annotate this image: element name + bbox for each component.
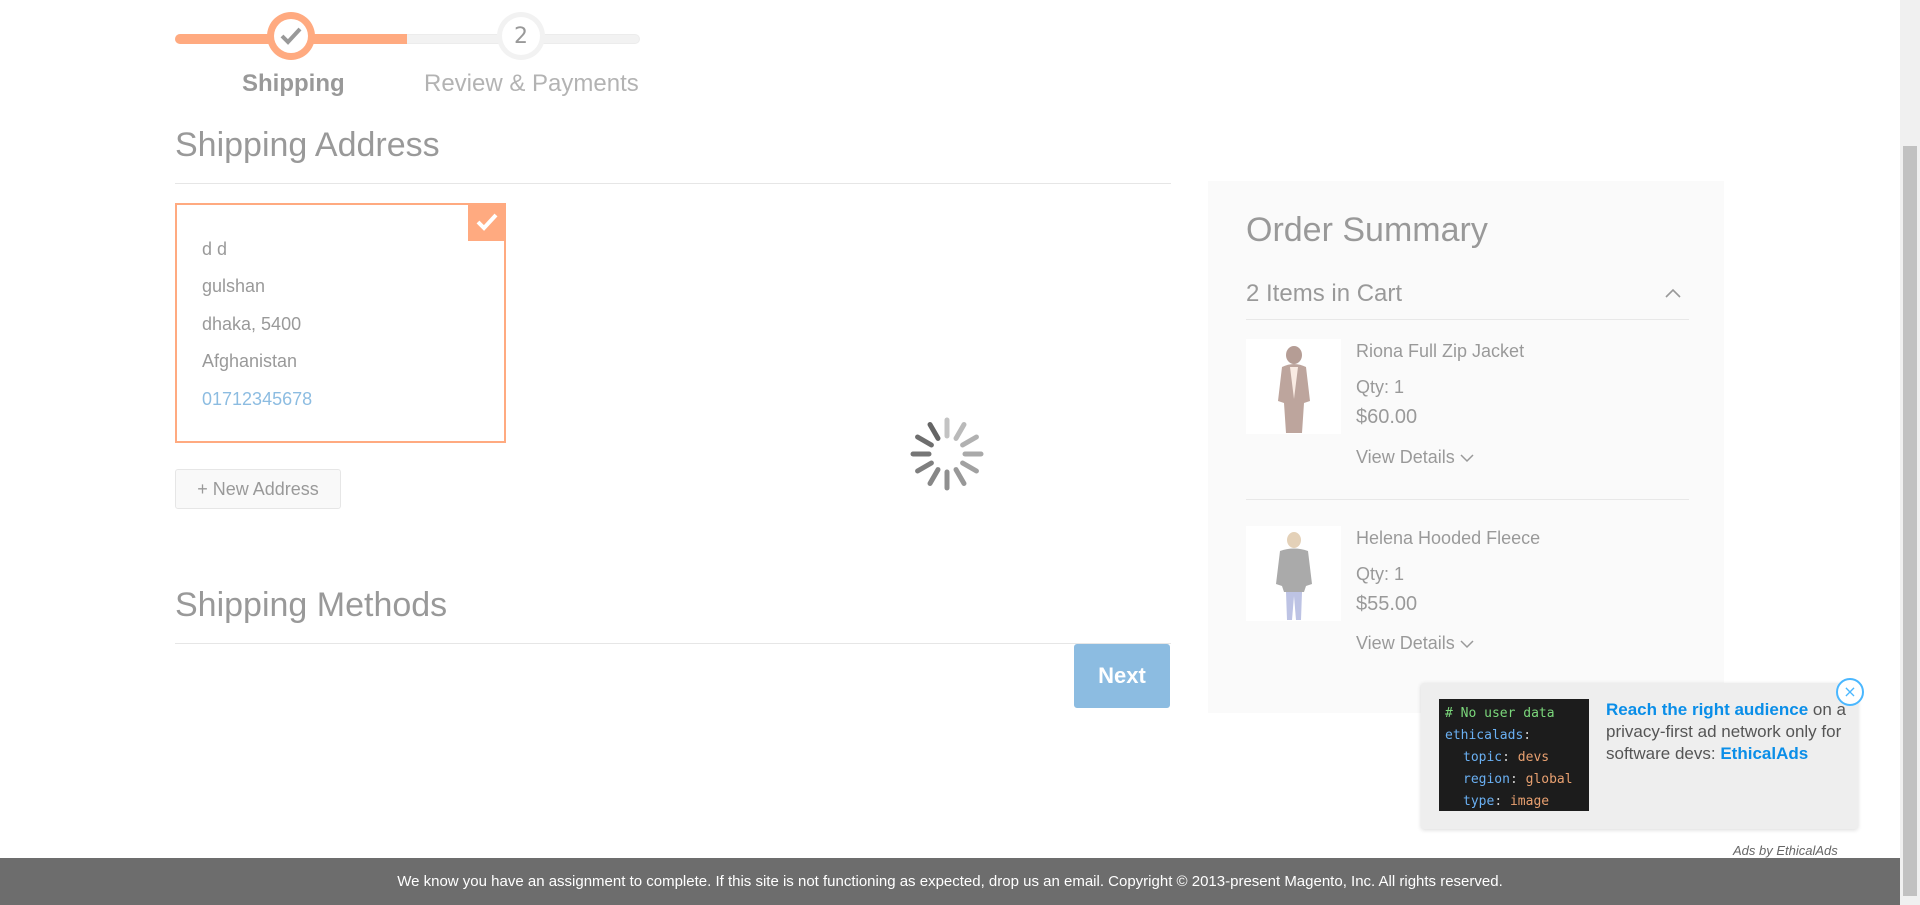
- spinner-spoke: [953, 467, 967, 486]
- cart-items-toggle[interactable]: 2 Items in Cart: [1246, 280, 1689, 322]
- step-shipping-indicator[interactable]: [267, 12, 315, 60]
- next-button[interactable]: Next: [1074, 644, 1170, 708]
- code-line: ethicalads:: [1445, 728, 1532, 743]
- checkout-progress-bar: 2 Shipping Review & Payments: [175, 10, 640, 110]
- ad-headline[interactable]: Reach the right audience: [1606, 700, 1808, 719]
- checkmark-icon: [274, 19, 308, 53]
- view-details-toggle[interactable]: View Details: [1356, 447, 1474, 468]
- shipping-address-title: Shipping Address: [175, 126, 440, 164]
- step-shipping-label[interactable]: Shipping: [242, 70, 345, 98]
- ad-copy[interactable]: Reach the right audience on a privacy-fi…: [1606, 699, 1846, 765]
- product-thumbnail[interactable]: [1246, 339, 1341, 434]
- spinner-spoke: [927, 422, 941, 441]
- loading-spinner-icon: [905, 412, 989, 496]
- cart-count-label: 2 Items in Cart: [1246, 280, 1403, 307]
- order-summary: Order Summary 2 Items in Cart Riona Full…: [1208, 181, 1724, 713]
- code-line: region: global: [1463, 772, 1573, 787]
- section-divider: [175, 643, 1171, 644]
- summary-divider: [1246, 319, 1689, 320]
- ethicalads-banner[interactable]: × # No user data ethicalads: topic: devs…: [1421, 678, 1864, 829]
- step-number: 2: [502, 17, 540, 55]
- ad-code-image[interactable]: # No user data ethicalads: topic: devs r…: [1439, 699, 1589, 811]
- spinner-spoke: [915, 460, 934, 474]
- product-name: Helena Hooded Fleece: [1356, 528, 1541, 548]
- shipping-methods-title: Shipping Methods: [175, 586, 448, 624]
- address-country: Afghanistan: [202, 351, 298, 371]
- product-qty: Qty: 1: [1356, 564, 1405, 584]
- product-thumbnail[interactable]: [1246, 526, 1341, 621]
- ad-attribution-link[interactable]: Ads by EthicalAds: [1733, 843, 1838, 858]
- ad-brand-link[interactable]: EthicalAds: [1720, 744, 1808, 763]
- checkout-page: 2 Shipping Review & Payments Shipping Ad…: [0, 0, 1900, 905]
- code-line: type: image: [1463, 794, 1550, 809]
- new-address-button[interactable]: + New Address: [175, 469, 341, 509]
- view-details-label: View Details: [1356, 447, 1455, 467]
- code-line: topic: devs: [1463, 750, 1550, 765]
- footer-notice: We know you have an assignment to comple…: [0, 858, 1900, 905]
- address-phone-link[interactable]: 01712345678: [202, 389, 312, 410]
- view-details-toggle[interactable]: View Details: [1356, 633, 1474, 654]
- address-name: d d: [202, 239, 228, 259]
- step-review-label[interactable]: Review & Payments: [424, 70, 639, 98]
- product-price: $60.00: [1356, 406, 1418, 428]
- address-city-zip: dhaka, 5400: [202, 314, 302, 334]
- spinner-spoke: [927, 467, 941, 486]
- item-divider: [1246, 499, 1689, 500]
- section-divider: [175, 183, 1171, 184]
- code-line: # No user data: [1445, 706, 1555, 721]
- chevron-down-icon: [1460, 633, 1474, 653]
- vertical-scrollbar[interactable]: [1900, 0, 1920, 905]
- spinner-spoke: [960, 434, 979, 448]
- order-summary-title: Order Summary: [1246, 211, 1488, 249]
- product-qty: Qty: 1: [1356, 377, 1405, 397]
- step-review-indicator[interactable]: 2: [497, 12, 545, 60]
- chevron-down-icon: [1460, 447, 1474, 467]
- chevron-up-icon: [1665, 282, 1681, 303]
- scrollbar-thumb[interactable]: [1903, 146, 1917, 896]
- product-price: $55.00: [1356, 593, 1418, 615]
- spinner-spoke: [953, 422, 967, 441]
- selected-address-card[interactable]: d d gulshan dhaka, 5400 Afghanistan 0171…: [175, 203, 506, 443]
- address-street: gulshan: [202, 276, 266, 296]
- view-details-label: View Details: [1356, 633, 1455, 653]
- selected-checkmark-icon: [468, 203, 506, 241]
- spinner-spoke: [915, 434, 934, 448]
- spinner-spoke: [960, 460, 979, 474]
- product-name: Riona Full Zip Jacket: [1356, 341, 1525, 361]
